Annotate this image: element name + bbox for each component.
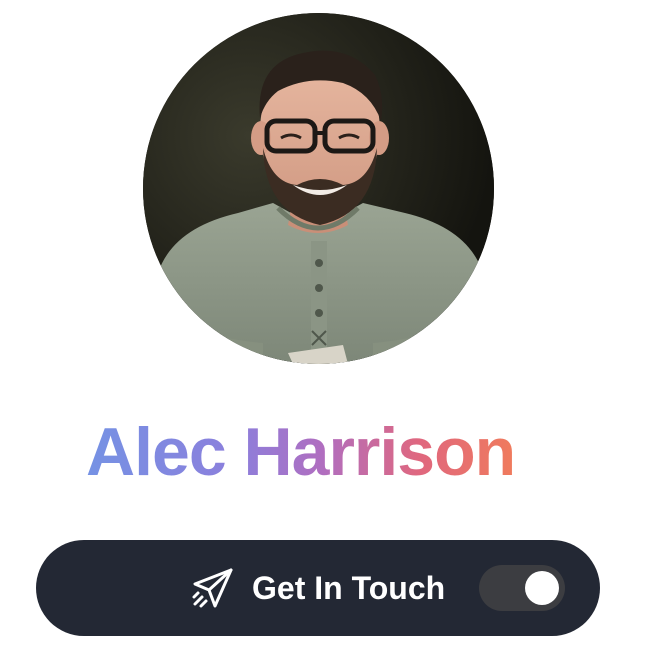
toggle-knob	[525, 571, 559, 605]
get-in-touch-button[interactable]: Get In Touch	[36, 540, 600, 636]
paper-plane-icon	[191, 566, 235, 610]
get-in-touch-label: Get In Touch	[252, 570, 446, 606]
avatar-photo	[143, 13, 494, 364]
avatar	[143, 13, 494, 364]
contact-toggle[interactable]	[479, 565, 565, 611]
profile-card: Alec Harrison Get In Touch	[0, 0, 650, 656]
profile-name: Alec Harrison	[86, 410, 516, 494]
